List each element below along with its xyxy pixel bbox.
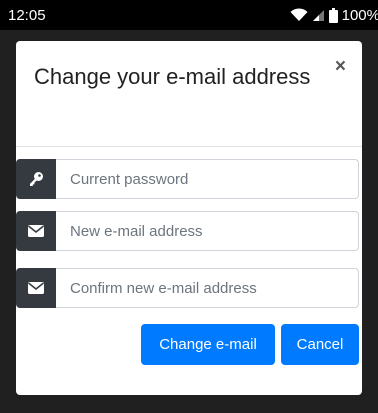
new-email-input[interactable] bbox=[56, 211, 359, 251]
close-button[interactable]: × bbox=[335, 57, 346, 77]
modal-header: Change your e-mail address × bbox=[16, 41, 362, 147]
modal-title: Change your e-mail address bbox=[34, 64, 311, 89]
current-password-field bbox=[16, 159, 359, 199]
signal-icon bbox=[312, 9, 324, 21]
status-bar: 12:05 100% bbox=[0, 0, 378, 30]
wifi-icon bbox=[290, 8, 308, 21]
envelope-icon bbox=[16, 268, 56, 308]
key-icon bbox=[16, 159, 56, 199]
confirm-email-input[interactable] bbox=[56, 268, 359, 308]
battery-level: 100% bbox=[341, 6, 378, 24]
current-password-input[interactable] bbox=[56, 159, 359, 199]
new-email-field bbox=[16, 211, 359, 251]
change-email-button[interactable]: Change e-mail bbox=[141, 324, 275, 365]
envelope-icon bbox=[16, 211, 56, 251]
battery-icon bbox=[328, 7, 338, 23]
status-icons: 100% bbox=[290, 7, 378, 24]
status-time: 12:05 bbox=[8, 6, 46, 24]
cancel-button[interactable]: Cancel bbox=[281, 324, 359, 365]
confirm-email-field bbox=[16, 268, 359, 308]
